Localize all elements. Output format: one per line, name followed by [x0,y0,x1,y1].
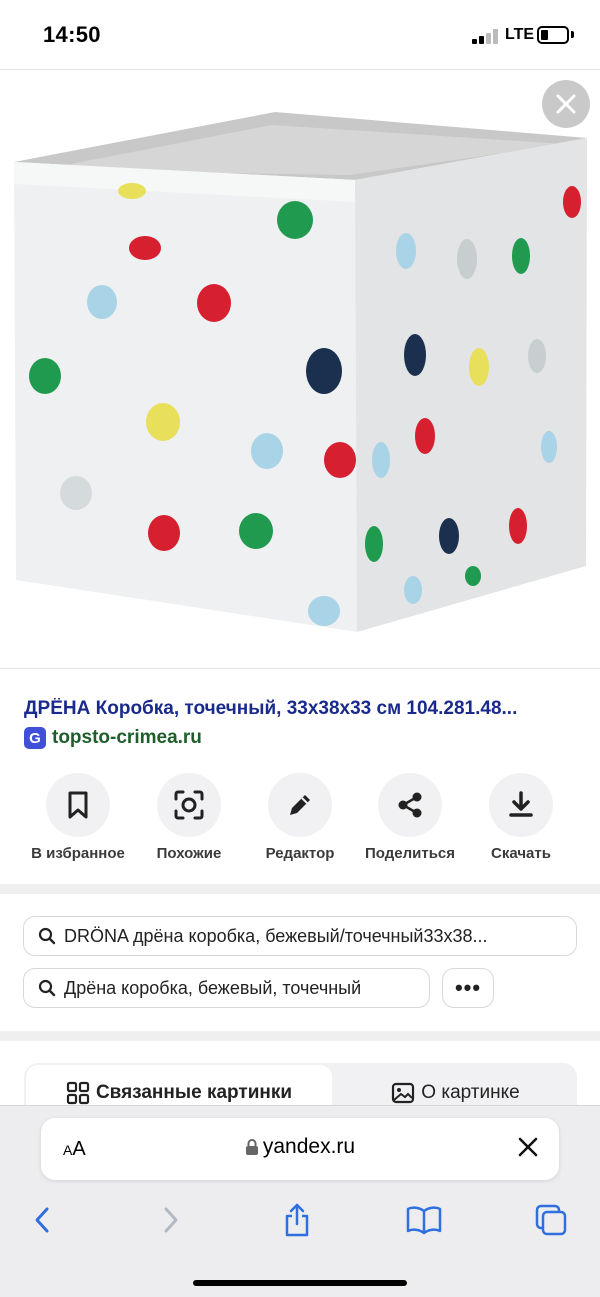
forward-button[interactable] [149,1198,193,1242]
section-divider [0,884,600,894]
favorite-label: В избранное [31,845,125,862]
editor-circle [268,773,332,837]
lens-search-icon [174,790,204,820]
browser-toolbar [0,1198,600,1242]
status-bar: 14:50 LTE [0,0,600,70]
favorite-circle [46,773,110,837]
share-icon [398,792,422,818]
close-icon [556,94,576,114]
share-circle [378,773,442,837]
action-bar: В избранное Похожие Редактор Поделиться … [0,773,600,873]
signal-icon [472,28,500,44]
download-button[interactable]: Скачать [466,773,576,862]
similar-circle [157,773,221,837]
network-type: LTE [505,26,535,43]
share-button[interactable]: Поделиться [355,773,465,862]
address-bar[interactable]: AA yandex.ru [41,1118,559,1180]
suggestion-text: DRÖNA дрёна коробка, бежевый/точечный33x… [64,925,488,946]
tabs-button[interactable] [529,1198,573,1242]
battery-cap [571,31,574,38]
search-suggestion-chip[interactable]: DRÖNA дрёна коробка, бежевый/точечный33x… [23,916,577,956]
share-up-icon [285,1203,309,1237]
bookmarks-button[interactable] [402,1198,446,1242]
lock-icon [245,1139,258,1155]
pencil-icon [290,795,310,815]
bookmark-icon [68,791,88,819]
grid-icon [66,1081,90,1105]
share-label: Поделиться [364,845,456,862]
battery-icon [537,26,569,44]
download-icon [509,791,533,817]
chevron-left-icon [35,1207,49,1233]
editor-button[interactable]: Редактор [245,773,355,862]
url-text: yandex.ru [262,1135,356,1158]
back-button[interactable] [20,1198,64,1242]
close-button[interactable] [542,80,590,128]
result-title-link[interactable]: ДРЁНА Коробка, точечный, 33x38x33 см 104… [24,698,584,720]
close-tab-button[interactable] [517,1136,539,1163]
result-card: ДРЁНА Коробка, точечный, 33x38x33 см 104… [0,668,600,884]
chevron-right-icon [164,1207,178,1233]
suggestion-text: Дрёна коробка, бежевый, точечный [64,977,362,998]
image-icon [392,1082,415,1104]
tabs-icon [535,1204,567,1236]
more-suggestions-button[interactable]: ••• [442,968,494,1008]
share-page-button[interactable] [275,1198,319,1242]
product-image [14,112,587,632]
download-label: Скачать [491,845,551,862]
search-icon [38,927,56,945]
section-divider [0,1031,600,1041]
similar-label: Похожие [156,845,222,862]
status-time: 14:50 [43,22,101,47]
image-viewer[interactable] [0,70,600,668]
home-indicator [193,1280,407,1286]
search-suggestions-card: DRÖNA дрёна коробка, бежевый/точечный33x… [0,894,600,1031]
source-domain: topsto-crimea.ru [52,727,202,748]
similar-button[interactable]: Похожие [134,773,244,862]
source-link[interactable]: G topsto-crimea.ru [24,727,202,749]
download-circle [489,773,553,837]
search-suggestion-chip[interactable]: Дрёна коробка, бежевый, точечный [23,968,430,1008]
favorite-button[interactable]: В избранное [23,773,133,862]
tab-label: О картинке [421,1082,520,1103]
search-icon [38,979,56,997]
close-icon [518,1137,538,1157]
editor-label: Редактор [265,845,335,862]
tab-label: Связанные картинки [95,1082,293,1103]
book-icon [406,1206,442,1235]
site-favicon-icon: G [24,727,46,749]
browser-bottom-bar: AA yandex.ru [0,1105,600,1297]
